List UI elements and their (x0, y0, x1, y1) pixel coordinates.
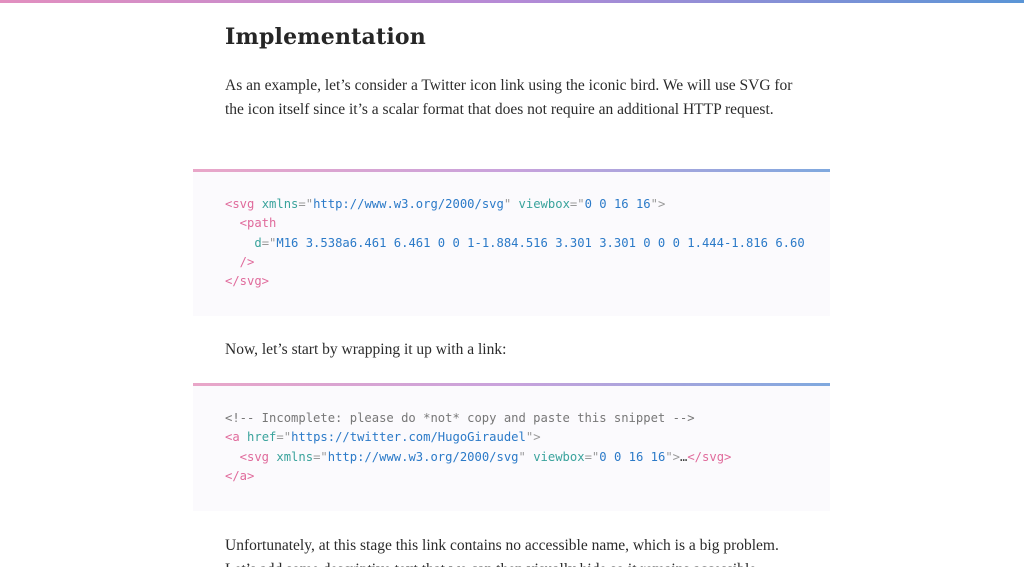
code-token-tag: <path (225, 216, 277, 231)
code-token-attr: xmlns (269, 449, 314, 464)
intro-paragraph: As an example, let’s consider a Twitter … (225, 77, 793, 118)
code-token-tag: </svg> (225, 274, 270, 289)
code-token-punct: =" (261, 235, 277, 250)
next-paragraph: Let’s add some descriptive text that we … (225, 558, 795, 567)
code-token-punct: "> (650, 197, 666, 211)
code-token-tag: </svg> (687, 449, 732, 464)
code-token-attr: href (239, 430, 277, 445)
code-token-punct: =" (584, 449, 600, 464)
code-snippet: <svg xmlns="http://www.w3.org/2000/svg" … (225, 195, 805, 291)
code-token-comment: <!-- Incomplete: please do *not* copy an… (225, 411, 695, 425)
code-token-string: http://www.w3.org/2000/svg (327, 449, 519, 464)
code-token-punct: "> (525, 430, 541, 445)
code-token-tag: <svg (225, 449, 270, 464)
code-token-punct: " (518, 449, 526, 464)
wrap-link-paragraph: Now, let’s start by wrapping it up with … (225, 341, 507, 358)
code-token-tag: <a (225, 430, 240, 445)
code-block-svg[interactable]: <svg xmlns="http://www.w3.org/2000/svg" … (193, 169, 830, 316)
code-token-attr: viewbox (525, 449, 585, 464)
code-token-punct: =" (276, 430, 292, 445)
code-token-string: 0 0 16 16 (584, 197, 651, 211)
code-token-tag: </a> (225, 468, 255, 483)
code-token-attr: d (225, 235, 262, 250)
code-token-attr: viewbox (511, 197, 570, 211)
code-token-string: 0 0 16 16 (599, 449, 666, 464)
reading-progress-bar (0, 0, 1024, 3)
code-token-string: https://twitter.com/HugoGiraudel (291, 430, 526, 445)
problem-paragraph: Unfortunately, at this stage this link c… (225, 537, 779, 554)
code-token-string: M16 3.538a6.461 6.461 0 0 1-1.884.516 3.… (276, 235, 805, 250)
code-token-attr: xmlns (254, 197, 299, 211)
code-token-tag: /> (225, 254, 255, 269)
code-token-punct: "> (665, 449, 680, 464)
code-token-punct: =" (569, 197, 585, 211)
section-heading: Implementation (225, 24, 426, 50)
code-token-tag: <svg (225, 197, 255, 211)
code-token-punct: =" (313, 449, 328, 464)
code-token-punct: =" (298, 197, 314, 211)
code-block-link[interactable]: <!-- Incomplete: please do *not* copy an… (193, 383, 830, 511)
code-snippet: <!-- Incomplete: please do *not* copy an… (225, 409, 731, 486)
code-token-string: http://www.w3.org/2000/svg (313, 197, 504, 211)
